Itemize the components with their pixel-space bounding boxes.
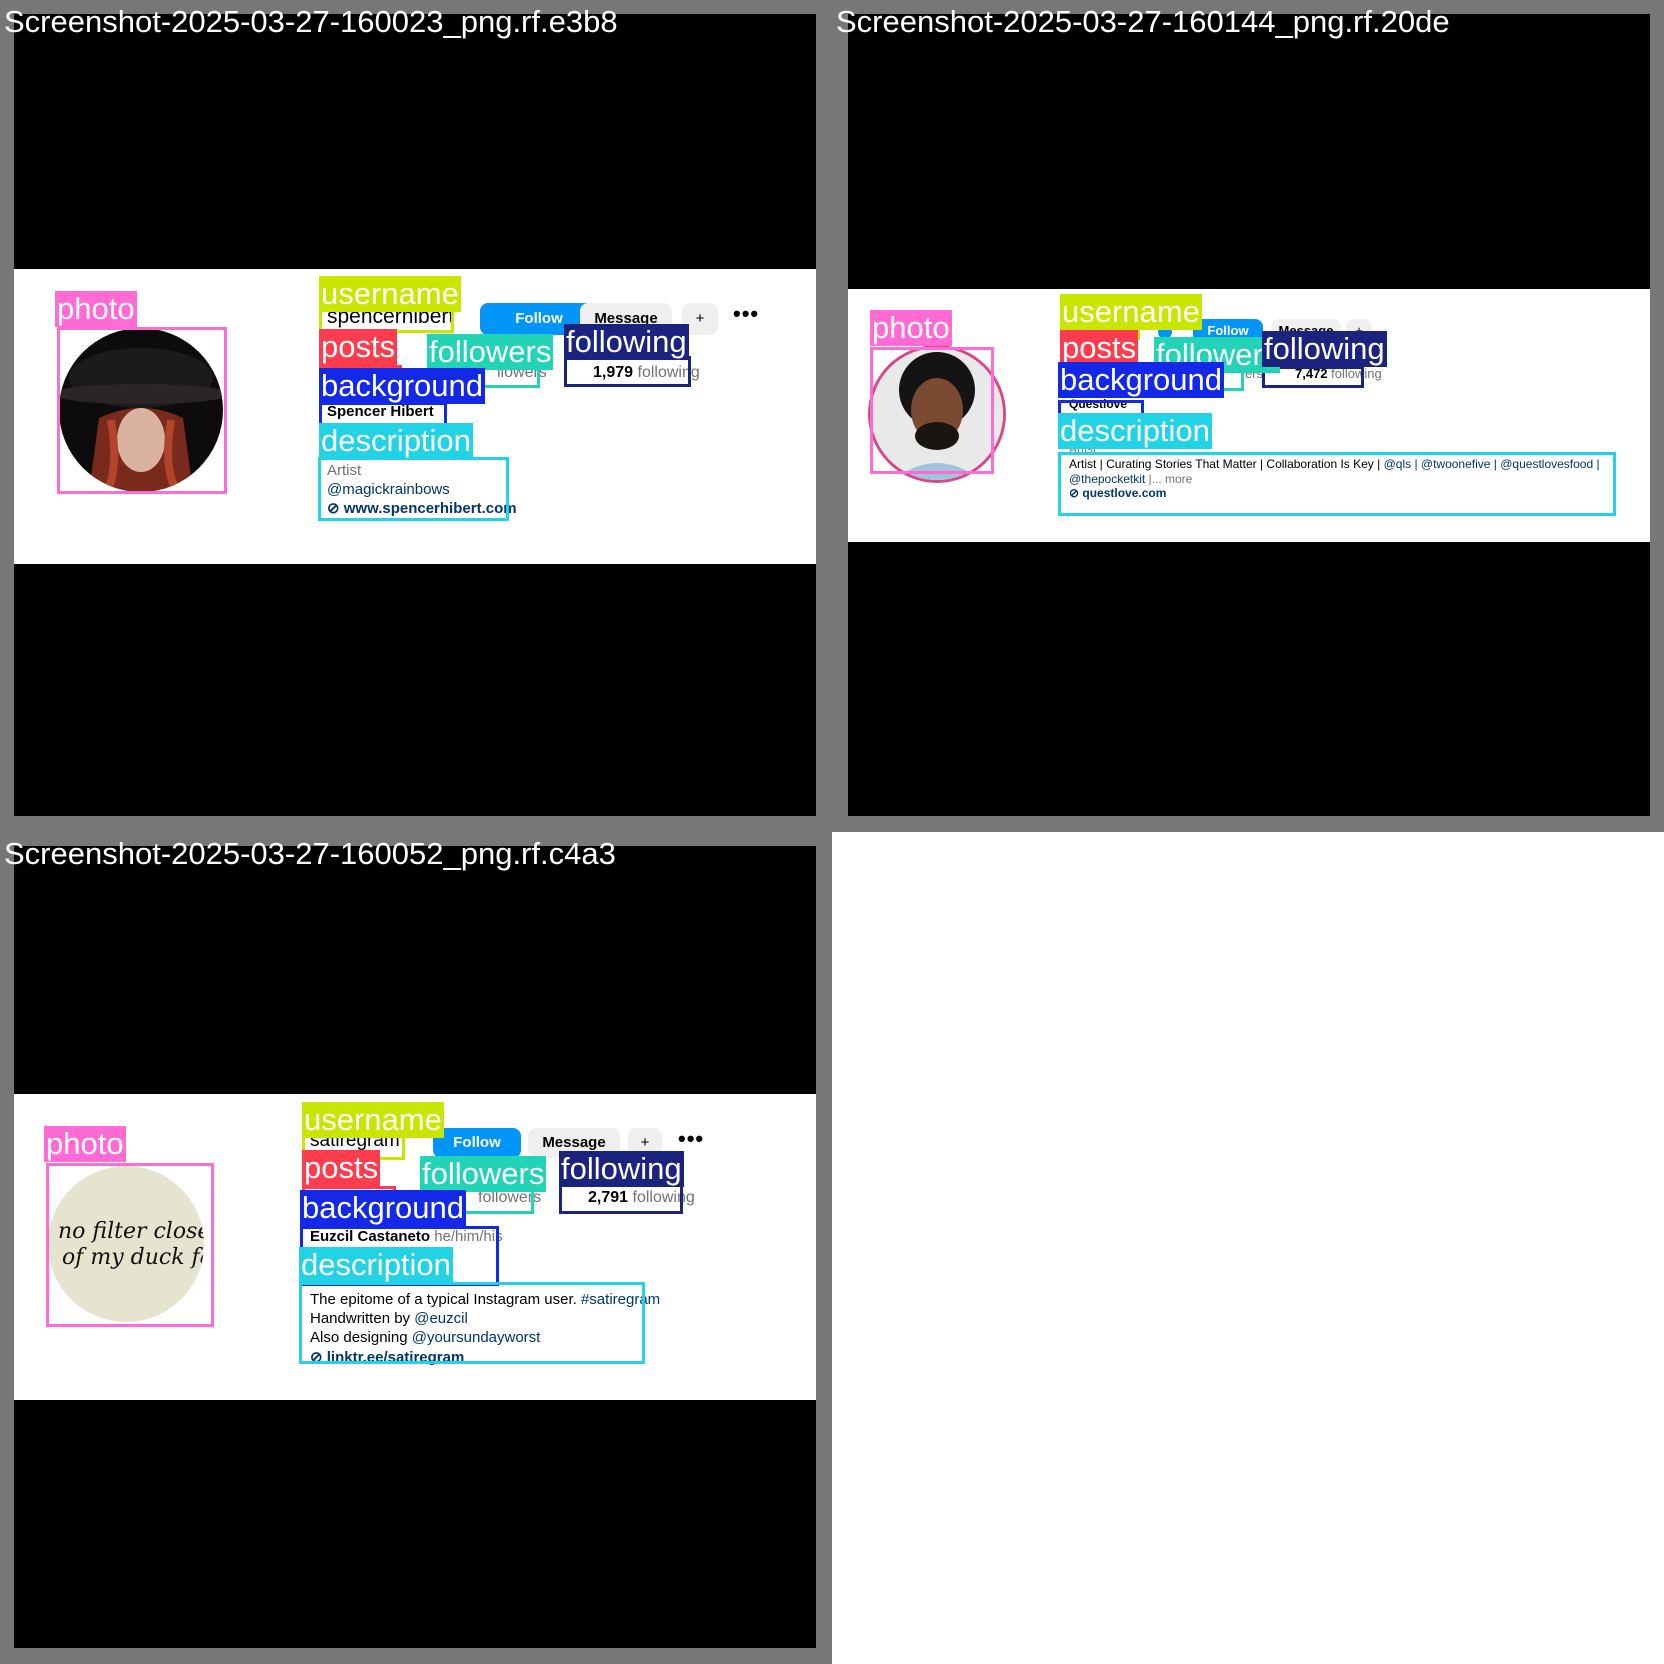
- bio-line-1: Artist | Curating Stories That Matter | …: [1069, 457, 1600, 471]
- annotation-photo-label: photo: [870, 310, 952, 346]
- bio-category: Artist: [327, 462, 362, 479]
- annotation-background-label: background: [1058, 362, 1225, 398]
- empty-quadrant: [832, 832, 1664, 1664]
- full-name: Questlove: [1069, 397, 1128, 411]
- profile-header: questlove Follow Message + ers 7,472 fol…: [848, 289, 1650, 542]
- full-name-text: Euzcil Castaneto: [310, 1228, 431, 1245]
- annotation-username-label: username: [1060, 294, 1202, 330]
- bio-mention[interactable]: @thepocketkit: [1069, 472, 1145, 486]
- profile-photo[interactable]: [59, 328, 223, 492]
- tile-3: Screenshot-2025-03-27-160052_png.rf.c4a3…: [0, 832, 832, 1664]
- bio-text: The epitome of a typical Instagram user.: [310, 1291, 581, 1308]
- following-number: 1,979: [593, 364, 634, 381]
- profile-photo[interactable]: [868, 345, 1006, 483]
- following-number: 7,472: [1295, 366, 1328, 381]
- following-count[interactable]: 2,791 following: [588, 1189, 695, 1207]
- screenshot-2: questlove Follow Message + ers 7,472 fol…: [848, 14, 1650, 816]
- bio-mention[interactable]: @euzcil: [414, 1310, 468, 1327]
- bio-url[interactable]: ⊘ linktr.ee/satiregram: [310, 1348, 464, 1366]
- link-icon: ⊘: [310, 1349, 327, 1366]
- bio-url[interactable]: ⊘ questlove.com: [1069, 486, 1166, 500]
- bio-line-2: Handwritten by @euzcil: [310, 1310, 468, 1327]
- bio-mention[interactable]: @yoursundayworst: [412, 1329, 541, 1346]
- annotation-photo-label: photo: [44, 1126, 126, 1162]
- annotation-following-label: following: [1262, 331, 1387, 367]
- annotation-following-label: following: [559, 1151, 684, 1187]
- bio-hashtag[interactable]: #satiregram: [581, 1291, 660, 1308]
- screenshot-3: no filter close up of my duck face. of m…: [14, 846, 816, 1648]
- link-icon: ⊘: [1069, 486, 1083, 500]
- photo-handwriting: no filter close up of my duck face.: [58, 1219, 204, 1244]
- bio-url-text: www.spencerhibert.com: [343, 500, 517, 517]
- following-count[interactable]: 1,979 following: [593, 364, 700, 382]
- following-number: 2,791: [588, 1189, 629, 1206]
- portrait-image: [59, 328, 223, 492]
- screenshot-1: spencerhibert Follow Message + ••• llowe…: [14, 14, 816, 816]
- bio-url[interactable]: ⊘ www.spencerhibert.com: [327, 499, 517, 517]
- bio-more[interactable]: |... more: [1145, 472, 1193, 486]
- tile-1: Screenshot-2025-03-27-160023_png.rf.e3b8…: [0, 0, 832, 832]
- svg-text:of my duck face.: of my duck face.: [62, 1245, 204, 1270]
- more-options-icon[interactable]: •••: [678, 1126, 704, 1152]
- annotation-posts-label: posts: [1060, 330, 1139, 366]
- bio-text: Artist | Curating Stories That Matter | …: [1069, 457, 1384, 471]
- tile-title: Screenshot-2025-03-27-160052_png.rf.c4a3: [4, 836, 616, 871]
- bio-text: Also designing: [310, 1329, 412, 1346]
- bio-text: Handwritten by: [310, 1310, 415, 1327]
- bio-line-2: @thepocketkit |... more: [1069, 472, 1192, 486]
- bio-mentions[interactable]: @qls | @twoonefive | @questlovesfood |: [1384, 457, 1600, 471]
- annotation-posts-label: posts: [302, 1150, 381, 1186]
- annotation-photo-label: photo: [55, 291, 137, 327]
- following-count[interactable]: 7,472 following: [1295, 366, 1382, 381]
- annotation-followers-label: followers: [420, 1156, 547, 1192]
- annotation-posts-label: posts: [319, 329, 398, 365]
- tile-2: Screenshot-2025-03-27-160144_png.rf.20de…: [832, 0, 1664, 832]
- annotation-followers-label: followers: [427, 334, 554, 370]
- bio-url-text: questlove.com: [1082, 486, 1167, 500]
- annotation-following-label: following: [564, 324, 689, 360]
- handwritten-photo-image: no filter close up of my duck face. of m…: [48, 1166, 204, 1322]
- follow-button[interactable]: Follow: [433, 1128, 521, 1158]
- portrait-image: [871, 348, 1003, 480]
- annotation-background-label: background: [319, 368, 486, 404]
- tile-title: Screenshot-2025-03-27-160144_png.rf.20de: [836, 4, 1450, 39]
- annotation-description-label: description: [299, 1247, 453, 1283]
- tile-title: Screenshot-2025-03-27-160023_png.rf.e3b8: [4, 4, 618, 39]
- annotation-username-label: username: [319, 276, 461, 312]
- full-name: Spencer Hibert: [327, 403, 434, 420]
- pronouns: he/him/his: [434, 1228, 503, 1245]
- bio-line-1: The epitome of a typical Instagram user.…: [310, 1291, 660, 1308]
- annotation-description-label: description: [1058, 413, 1212, 449]
- full-name: Euzcil Castaneto he/him/his: [310, 1228, 503, 1245]
- following-word: following: [632, 1189, 695, 1206]
- annotation-description-label: description: [319, 423, 473, 459]
- annotation-username-label: username: [302, 1102, 444, 1138]
- bio-url-text: linktr.ee/satiregram: [326, 1349, 465, 1366]
- following-word: following: [1331, 366, 1382, 381]
- more-options-icon[interactable]: •••: [733, 301, 759, 327]
- link-icon: ⊘: [327, 500, 344, 517]
- bio-mention[interactable]: @magickrainbows: [327, 481, 450, 498]
- following-word: following: [637, 364, 700, 381]
- annotation-background-label: background: [300, 1190, 467, 1226]
- bio-line-3: Also designing @yoursundayworst: [310, 1329, 540, 1346]
- profile-photo[interactable]: no filter close up of my duck face. of m…: [48, 1166, 204, 1322]
